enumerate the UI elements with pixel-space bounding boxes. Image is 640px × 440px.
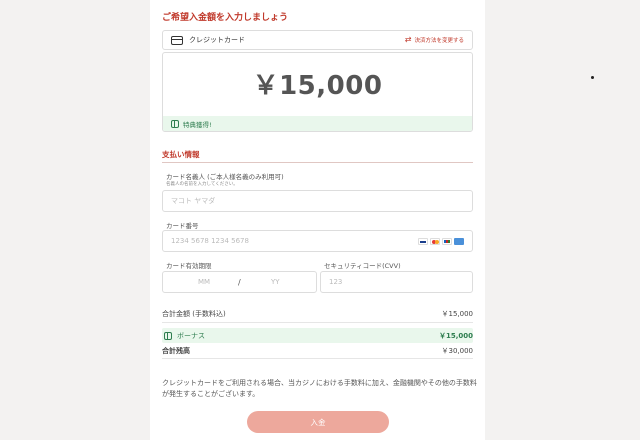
deposit-button[interactable]: 入金 <box>247 411 389 433</box>
card-number-input[interactable]: 1234 5678 1234 5678 <box>162 230 473 252</box>
amount-box[interactable]: ￥15,000 特典獲得! <box>162 52 473 132</box>
change-method-link[interactable]: ⇄ 決済方法を変更する <box>404 35 464 45</box>
credit-card-icon <box>171 35 183 45</box>
cvv-placeholder: 123 <box>329 278 343 286</box>
amex-icon <box>454 237 464 245</box>
gift-icon <box>171 119 179 128</box>
card-holder-hint: 名義人の名前を入力してください。 <box>166 182 238 187</box>
expiry-input[interactable]: MM / YY <box>162 271 317 293</box>
amount-section-title: ご希望入金額を入力しましょう <box>162 13 289 23</box>
card-number-label: カード番号 <box>166 222 199 230</box>
bonus-label: ボーナス <box>177 331 205 340</box>
stray-dot <box>591 76 594 79</box>
expiry-year-placeholder: YY <box>271 278 280 286</box>
card-holder-input[interactable]: マコト ヤマダ <box>162 190 473 212</box>
balance-value: ￥30,000 <box>441 347 474 355</box>
change-method-label: 決済方法を変更する <box>414 38 464 44</box>
cvv-label: セキュリティコード(CVV) <box>324 262 401 270</box>
card-holder-placeholder: マコト ヤマダ <box>171 197 216 205</box>
bonus-row: ボーナス ￥15,000 <box>162 328 473 343</box>
jcb-icon <box>442 237 452 245</box>
visa-icon <box>418 237 428 245</box>
bonus-strip: 特典獲得! <box>163 116 472 131</box>
cvv-input[interactable]: 123 <box>320 271 473 293</box>
payment-info-divider <box>162 162 473 163</box>
expiry-month-placeholder: MM <box>198 278 211 286</box>
expiry-label: カード有効期限 <box>166 262 212 270</box>
balance-divider <box>162 358 473 359</box>
payment-method-label: クレジットカード <box>189 36 245 44</box>
card-brand-logos <box>418 237 464 245</box>
bonus-value: ￥15,000 <box>438 331 473 340</box>
card-number-placeholder: 1234 5678 1234 5678 <box>171 237 249 245</box>
balance-label: 合計残高 <box>162 347 190 355</box>
card-holder-label: カード名義人 (ご本人様名義のみ利用可) <box>166 173 284 181</box>
payment-info-title: 支払い情報 <box>162 150 200 159</box>
bonus-gift-icon <box>164 331 172 340</box>
fee-note: クレジットカードをご利用される場合、当カジノにおける手数料に加え、金融機関やその… <box>162 379 477 398</box>
expiry-separator: / <box>238 277 241 287</box>
mastercard-icon <box>430 237 440 245</box>
total-value: ￥15,000 <box>441 310 474 318</box>
swap-icon: ⇄ <box>404 35 412 44</box>
amount-value[interactable]: ￥15,000 <box>163 65 472 102</box>
total-label: 合計金額 (手数料込) <box>162 310 226 318</box>
payment-method-bar: クレジットカード ⇄ 決済方法を変更する <box>162 30 473 50</box>
summary-divider <box>162 322 473 323</box>
bonus-note: 特典獲得! <box>183 120 212 129</box>
